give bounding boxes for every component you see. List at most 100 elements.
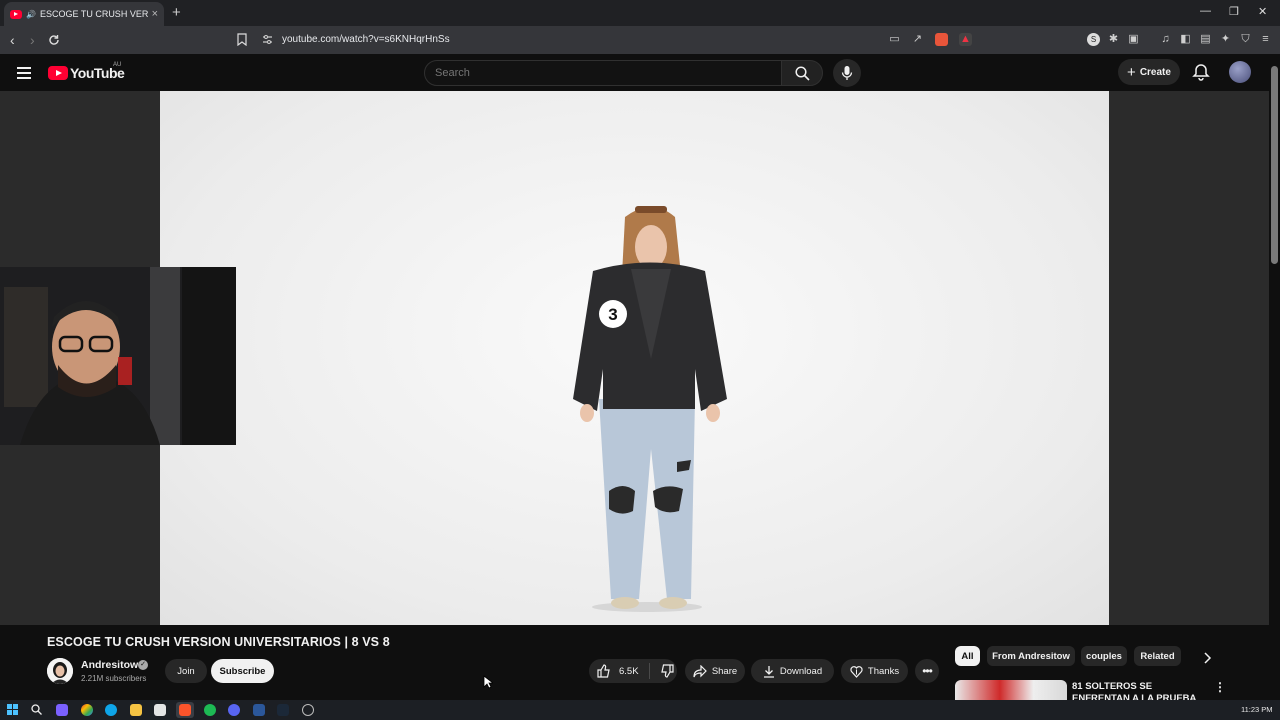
region-label: AU	[113, 62, 122, 68]
vpn-icon[interactable]: ⛉	[1239, 33, 1252, 46]
join-label: Join	[177, 665, 195, 677]
download-label: Download	[779, 665, 823, 677]
spotify-app-icon[interactable]	[204, 704, 216, 716]
search-button[interactable]	[781, 60, 823, 86]
wallet-icon[interactable]: ▣	[1127, 33, 1140, 46]
share-page-icon[interactable]: ↗	[911, 33, 924, 46]
more-horizontal-icon: •••	[922, 664, 933, 678]
recommendation-thumbnail[interactable]	[955, 680, 1067, 700]
search-input[interactable]	[424, 60, 782, 86]
search-icon	[795, 66, 810, 81]
browser-tab[interactable]: 🔊 ESCOGE TU CRUSH VERSION ×	[4, 2, 164, 26]
browser-tab-bar: 🔊 ESCOGE TU CRUSH VERSION × + — ❐ ✕	[0, 0, 1280, 26]
browser-toolbar: ‹ › youtube.com/watch?v=s6KNHqrHnSs ▭ ↗ …	[0, 26, 1280, 54]
video-title: ESCOGE TU CRUSH VERSION UNIVERSITARIOS |…	[47, 635, 390, 649]
brave-app-icon[interactable]	[179, 704, 191, 716]
share-label: Share	[711, 665, 738, 677]
chip-related[interactable]: Related	[1134, 646, 1181, 666]
voice-search-button[interactable]	[833, 59, 861, 87]
obs-app-icon[interactable]	[302, 704, 314, 716]
media-icon[interactable]: ♫	[1159, 33, 1172, 46]
contestant-number-tag: 3	[608, 305, 617, 324]
share-button[interactable]: Share	[685, 659, 745, 683]
hamburger-menu-icon[interactable]	[17, 67, 31, 79]
subscribe-label: Subscribe	[219, 665, 266, 677]
leo-ai-icon[interactable]: ✦	[1219, 33, 1232, 46]
subscriber-count: 2.21M subscribers	[81, 674, 147, 683]
channel-avatar[interactable]	[47, 658, 73, 684]
youtube-favicon-icon	[10, 9, 22, 19]
brave-shields-icon[interactable]	[935, 33, 948, 46]
recommendation-more-icon[interactable]: ⋮	[1214, 680, 1226, 694]
notifications-bell-icon[interactable]	[1192, 63, 1210, 81]
close-tab-icon[interactable]: ×	[152, 8, 158, 20]
like-dislike-divider	[649, 663, 650, 679]
chrome-app-icon[interactable]	[81, 704, 93, 716]
plus-icon: +	[1127, 63, 1136, 81]
more-actions-button[interactable]: •••	[915, 659, 939, 683]
page-scrollbar-thumb[interactable]	[1271, 66, 1278, 264]
channel-avatar-image	[47, 658, 73, 684]
taskbar-search-icon[interactable]	[31, 704, 42, 715]
windows-taskbar	[0, 700, 1280, 720]
minimize-button[interactable]: —	[1200, 5, 1211, 17]
dislike-icon[interactable]	[660, 664, 674, 678]
youtube-logo-icon[interactable]	[48, 66, 68, 80]
like-icon[interactable]	[597, 664, 611, 678]
subscribe-button[interactable]: Subscribe	[211, 659, 274, 683]
microphone-icon	[841, 66, 853, 80]
webcam-person-image	[0, 267, 236, 445]
create-button[interactable]: + Create	[1118, 59, 1180, 85]
join-button[interactable]: Join	[165, 659, 207, 683]
new-tab-button[interactable]: +	[172, 4, 181, 21]
windows-start-icon[interactable]	[7, 704, 18, 715]
close-window-button[interactable]: ✕	[1258, 5, 1267, 18]
video-player[interactable]: 3	[160, 91, 1109, 625]
taskbar-clock: 11:23 PM	[1241, 705, 1273, 714]
recommendation-title[interactable]: 81 SOLTEROS SE ENFRENTAN A LA PRUEBA DEL…	[1072, 681, 1212, 700]
extensions-icon[interactable]: ✱	[1107, 33, 1120, 46]
site-settings-icon[interactable]	[262, 34, 273, 45]
store-app-icon[interactable]	[154, 704, 166, 716]
discord-app-icon[interactable]	[228, 704, 240, 716]
mouse-cursor-icon	[483, 675, 493, 689]
verified-badge-icon: ✓	[138, 660, 148, 670]
steam-app-icon[interactable]	[277, 704, 289, 716]
url-text[interactable]: youtube.com/watch?v=s6KNHqrHnSs	[282, 34, 450, 45]
outlook-app-icon[interactable]	[253, 704, 265, 716]
teams-app-icon[interactable]	[56, 704, 68, 716]
file-explorer-icon[interactable]	[130, 704, 142, 716]
webcam-overlay	[0, 267, 236, 445]
extension-s-icon[interactable]: S	[1087, 33, 1100, 46]
chip-couples[interactable]: couples	[1081, 646, 1127, 666]
chip-all[interactable]: All	[955, 646, 980, 666]
reload-icon[interactable]	[48, 34, 60, 46]
forward-icon[interactable]: ›	[30, 32, 35, 48]
channel-name[interactable]: Andresitow	[81, 659, 138, 671]
share-icon	[693, 664, 707, 677]
download-icon	[763, 665, 774, 678]
edge-app-icon[interactable]	[105, 704, 117, 716]
audio-playing-icon[interactable]: 🔊	[26, 10, 36, 19]
brave-rewards-icon[interactable]: ▲	[959, 33, 972, 46]
sidebar-icon[interactable]: ◧	[1179, 33, 1192, 46]
bookmark-icon[interactable]	[237, 33, 247, 46]
thanks-icon	[850, 665, 863, 678]
like-dislike-group: 6.5K	[589, 659, 677, 683]
browser-menu-icon[interactable]: ≡	[1259, 33, 1272, 46]
tab-title: ESCOGE TU CRUSH VERSION	[39, 9, 148, 19]
youtube-header: YouTube AU + Create	[0, 54, 1280, 91]
thanks-label: Thanks	[867, 665, 900, 677]
restore-button[interactable]: ❐	[1229, 5, 1239, 18]
chevron-right-icon[interactable]	[1202, 652, 1212, 664]
thanks-button[interactable]: Thanks	[841, 659, 908, 683]
create-label: Create	[1139, 66, 1171, 78]
back-icon[interactable]: ‹	[10, 32, 15, 48]
video-frame-person: 3	[573, 206, 727, 612]
account-avatar[interactable]	[1229, 61, 1251, 83]
brave-wallet-icon[interactable]: ▤	[1199, 33, 1212, 46]
cast-icon[interactable]: ▭	[888, 33, 901, 46]
download-button[interactable]: Download	[751, 659, 834, 683]
chip-from-channel[interactable]: From Andresitow	[987, 646, 1075, 666]
like-count[interactable]: 6.5K	[619, 666, 639, 677]
